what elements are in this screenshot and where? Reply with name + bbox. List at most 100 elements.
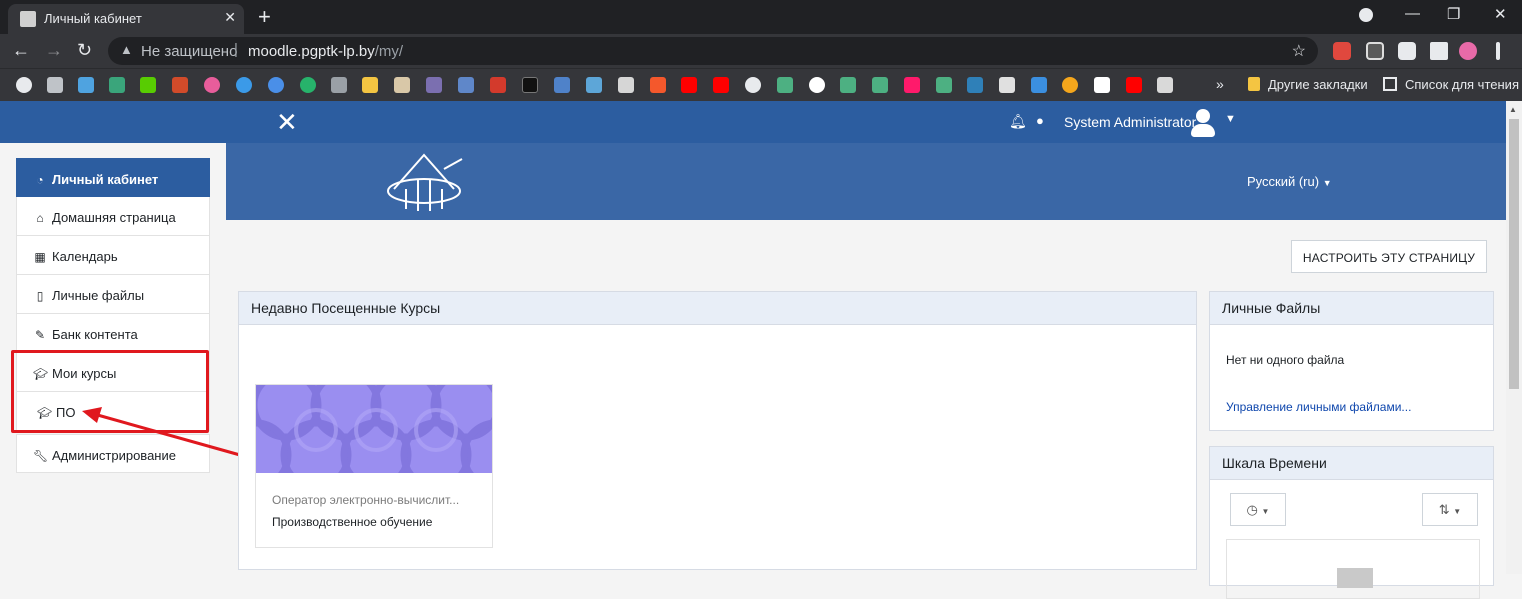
folder-icon [1248,77,1260,91]
bookmark-n-icon[interactable] [426,77,442,93]
bookmark-h-icon[interactable] [490,77,506,93]
user-avatar-icon[interactable] [1188,107,1218,137]
bookmark-firefox-icon[interactable] [1062,77,1078,93]
bookmark-r-icon[interactable] [522,77,538,93]
bookmark-udemy-icon[interactable] [809,77,825,93]
bell-icon[interactable]: 🔔︎ [1009,113,1027,130]
clock-icon: ◷ [1246,502,1258,517]
college-logo-icon [387,153,463,211]
nav-item-content-bank[interactable]: ✎ Банк контента [16,314,210,353]
url-path: /my/ [374,43,404,60]
calendar-icon: ▦ [34,250,46,264]
other-bookmarks-label: Другие закладки [1268,77,1368,92]
user-name[interactable]: System Administrator [1064,114,1196,130]
other-bookmarks-folder[interactable]: Другие закладки [1248,77,1368,92]
bookmark-vscode-icon[interactable] [967,77,983,93]
new-tab-button[interactable]: + [258,4,271,30]
bookmark-bug-icon[interactable] [1157,77,1173,93]
url-host: moodle.pgptk-lp.by [248,43,375,60]
course-card[interactable]: Оператор электронно-вычислит... Производ… [255,384,493,548]
scroll-up-icon[interactable]: ▲ [1509,105,1517,114]
wrench-icon: 🔧︎ [33,449,49,463]
bookmark-badge-icon[interactable] [362,77,378,93]
tab-close-icon[interactable]: ✕ [224,9,236,26]
bookmark-thumb-icon[interactable] [268,77,284,93]
bookmark-pink-icon[interactable] [904,77,920,93]
timeline-sort-button[interactable]: ⇅ ▼ [1422,493,1478,526]
course-fullname[interactable]: Оператор электронно-вычислит... [272,493,459,507]
manage-files-link[interactable]: Управление личными файлами... [1226,400,1411,414]
nav-item-home[interactable]: ⌂ Домашняя страница [16,197,210,236]
language-label: Русский (ru) [1247,174,1320,189]
puzzle-extensions-icon[interactable] [1430,42,1448,60]
bookmark-tv-icon[interactable] [172,77,188,93]
course-category: Производственное обучение [272,515,433,529]
bookmark-duolingo-icon[interactable] [140,77,156,93]
nav-item-calendar[interactable]: ▦ Календарь [16,236,210,275]
page-scrollbar[interactable]: ▲ [1506,101,1522,574]
nav-item-label: Личные файлы [52,288,145,303]
bookmark-vue-icon-3[interactable] [872,77,888,93]
bookmark-p-icon[interactable] [300,77,316,93]
bookmark-vue-icon-4[interactable] [936,77,952,93]
bookmark-globe-icon[interactable] [109,77,125,93]
close-drawer-icon[interactable]: ✕ [276,107,298,138]
back-icon[interactable]: ← [12,40,30,61]
bookmarks-overflow-button[interactable]: » [1216,76,1224,92]
browser-tab-strip: Личный кабинет ✕ + — ❐ ✕ [0,0,1522,34]
profile-menu-icon[interactable] [1359,8,1373,22]
bookmark-youtube-icon-3[interactable] [1126,77,1142,93]
customize-page-button[interactable]: НАСТРОИТЬ ЭТУ СТРАНИЦУ [1291,240,1487,273]
chevron-down-icon: ▼ [1261,507,1270,516]
bookmark-bag-icon[interactable] [650,77,666,93]
extension-icon[interactable] [1366,42,1384,60]
bookmark-youtube-icon[interactable] [681,77,697,93]
bookmark-id-icon[interactable] [618,77,634,93]
adblock-extension-icon[interactable] [1333,42,1351,60]
bookmark-pdf-icon[interactable] [999,77,1015,93]
profile-avatar-icon[interactable] [1459,42,1477,60]
bookmark-openai-icon[interactable] [16,77,32,93]
user-menu-caret-icon[interactable]: ▼ [1225,113,1236,125]
reader-extension-icon[interactable] [1398,42,1416,60]
bookmark-github-icon[interactable] [745,77,761,93]
reading-list-button[interactable]: Список для чтения [1383,77,1519,92]
bookmark-colorwheel-icon[interactable] [204,77,220,93]
nav-item-dashboard[interactable]: ◔ Личный кабинет [16,158,210,197]
warning-triangle-icon[interactable]: ▲ [120,42,133,57]
language-menu[interactable]: Русский (ru) ▼ [1247,174,1332,189]
kebab-menu-icon[interactable] [1496,42,1500,60]
empty-state-image [1337,568,1373,588]
bookmark-photo-icon[interactable] [586,77,602,93]
forward-icon[interactable]: → [45,40,63,61]
course-image[interactable] [256,385,492,473]
brush-icon: ✎ [34,328,46,342]
bookmark-swift-icon[interactable] [1031,77,1047,93]
address-bar[interactable]: ▲ Не защищено | moodle.pgptk-lp.by/my/ ☆ [108,37,1318,65]
chat-icon[interactable]: ● [1036,113,1044,128]
bookmark-arrows-icon[interactable] [554,77,570,93]
window-close-icon[interactable]: ✕ [1494,5,1507,23]
nav-item-label: Календарь [52,249,118,264]
chevron-down-icon: ▼ [1322,178,1332,188]
bookmark-youtube-icon-2[interactable] [713,77,729,93]
restore-icon[interactable]: ❐ [1447,5,1460,23]
bookmark-mask-icon[interactable] [458,77,474,93]
bookmark-vue-icon-2[interactable] [840,77,856,93]
bookmark-face-icon[interactable] [394,77,410,93]
minimize-icon[interactable]: — [1405,5,1420,22]
browser-tab[interactable]: Личный кабинет ✕ [8,4,244,34]
bookmark-vue-icon[interactable] [777,77,793,93]
bookmark-u-icon[interactable] [236,77,252,93]
bookmark-star-icon[interactable]: ☆ [1292,41,1306,61]
nav-item-private-files[interactable]: ▯ Личные файлы [16,275,210,314]
reload-icon[interactable]: ↻ [77,40,92,61]
bookmark-brain-icon[interactable] [78,77,94,93]
scrollbar-thumb[interactable] [1509,119,1519,389]
bookmark-d-icon[interactable] [331,77,347,93]
bookmark-shield-icon[interactable] [47,77,63,93]
bookmark-qr-icon[interactable] [1094,77,1110,93]
annotation-arrow [82,407,241,457]
timeline-filter-button[interactable]: ◷ ▼ [1230,493,1286,526]
nav-item-label: Банк контента [52,327,138,342]
